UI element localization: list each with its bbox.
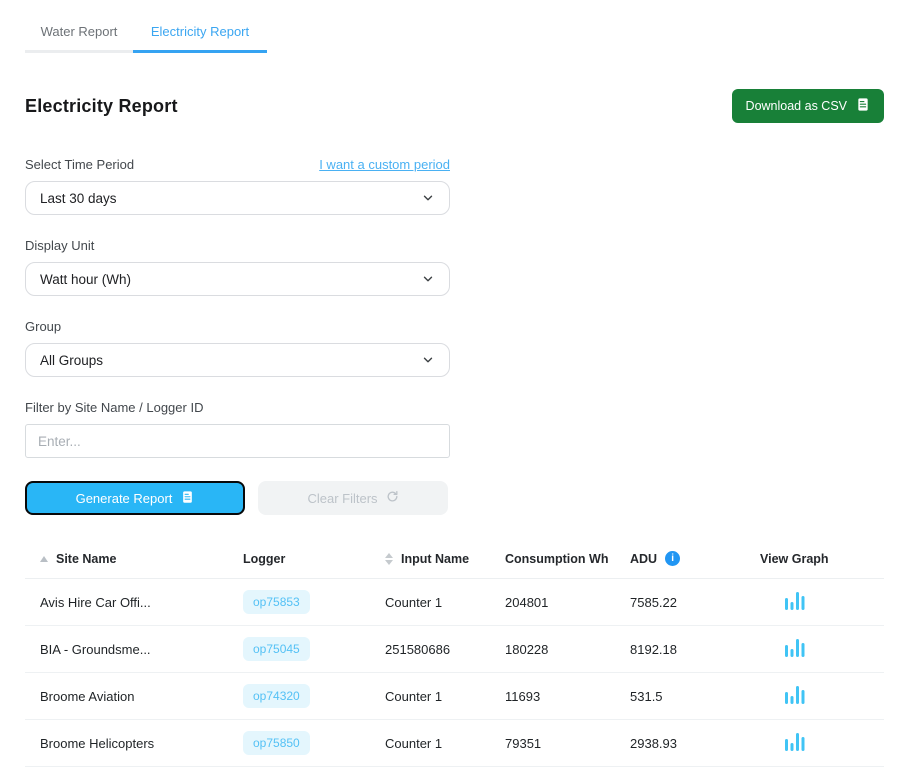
table-row: Broome Helicoptersop75850 Counter 1793512…: [25, 720, 884, 767]
consumption-cell: 180228: [505, 642, 630, 657]
table-body: Avis Hire Car Offi...op75853Counter 1204…: [25, 579, 884, 767]
time-period-value: Last 30 days: [40, 191, 117, 206]
site-name-cell: Broome Helicopters: [25, 736, 243, 751]
logger-badge[interactable]: op75853: [243, 590, 310, 614]
filters-panel: Select Time Period I want a custom perio…: [25, 157, 450, 515]
group-value: All Groups: [40, 353, 103, 368]
document-icon: [181, 490, 194, 507]
bar-chart-icon[interactable]: [760, 636, 806, 660]
bar-chart-icon[interactable]: [760, 683, 806, 707]
sort-icon: [385, 553, 393, 565]
adu-cell: 8192.18: [630, 642, 760, 657]
consumption-cell: 11693: [505, 689, 630, 704]
logger-badge[interactable]: op75045: [243, 637, 310, 661]
column-header-consumption[interactable]: Consumption Wh: [505, 552, 630, 566]
refresh-icon: [386, 490, 399, 506]
search-group: Filter by Site Name / Logger ID: [25, 400, 450, 458]
search-input[interactable]: [25, 424, 450, 458]
electricity-report-page: Water Report Electricity Report Electric…: [0, 0, 909, 767]
document-icon: [856, 97, 870, 115]
report-table: Site Name Logger Input Name Consumption …: [25, 541, 884, 767]
column-label: Site Name: [56, 552, 116, 566]
input-name-cell: 251580686: [385, 642, 505, 657]
site-name-cell: BIA - Groundsme...: [25, 642, 243, 657]
logger-cell: op75045: [243, 637, 385, 661]
display-unit-select[interactable]: Watt hour (Wh): [25, 262, 450, 296]
sort-ascending-icon: [40, 556, 48, 562]
display-unit-label: Display Unit: [25, 238, 450, 253]
info-icon[interactable]: i: [665, 551, 680, 566]
column-header-input-name[interactable]: Input Name: [385, 552, 505, 566]
generate-report-label: Generate Report: [76, 491, 173, 506]
time-period-select[interactable]: Last 30 days: [25, 181, 450, 215]
download-csv-label: Download as CSV: [746, 99, 847, 113]
tab-electricity-report[interactable]: Electricity Report: [133, 15, 267, 53]
adu-cell: 2938.93: [630, 736, 760, 751]
column-header-adu[interactable]: ADU i: [630, 551, 760, 566]
input-name-cell: Counter 1: [385, 736, 505, 751]
bar-chart-icon[interactable]: [760, 589, 806, 613]
table-row: Broome Aviationop74320 Counter 111693531.…: [25, 673, 884, 720]
group-group: Group All Groups: [25, 319, 450, 377]
page-title: Electricity Report: [25, 96, 178, 117]
adu-cell: 531.5: [630, 689, 760, 704]
display-unit-value: Watt hour (Wh): [40, 272, 131, 287]
clear-filters-button[interactable]: Clear Filters: [258, 481, 448, 515]
column-label: Consumption Wh: [505, 552, 608, 566]
logger-badge[interactable]: op74320: [243, 684, 310, 708]
time-period-label: Select Time Period: [25, 157, 134, 172]
site-name-cell: Avis Hire Car Offi...: [25, 595, 243, 610]
table-row: Avis Hire Car Offi...op75853 Counter 1204…: [25, 579, 884, 626]
site-name-cell: Broome Aviation: [25, 689, 243, 704]
column-label: Logger: [243, 552, 285, 566]
tab-water-report[interactable]: Water Report: [25, 15, 133, 53]
filter-actions: Generate Report Clear Filters: [25, 481, 450, 515]
time-period-group: Select Time Period I want a custom perio…: [25, 157, 450, 215]
report-tabs: Water Report Electricity Report: [25, 15, 884, 53]
column-label: ADU: [630, 552, 657, 566]
group-select[interactable]: All Groups: [25, 343, 450, 377]
logger-cell: op75850: [243, 731, 385, 755]
column-label: Input Name: [401, 552, 469, 566]
column-header-view-graph: View Graph: [760, 552, 884, 566]
table-row: BIA - Groundsme...op75045 251580686180228…: [25, 626, 884, 673]
column-header-site-name[interactable]: Site Name: [25, 552, 243, 566]
display-unit-group: Display Unit Watt hour (Wh): [25, 238, 450, 296]
bar-chart-icon[interactable]: [760, 730, 806, 754]
generate-report-button[interactable]: Generate Report: [25, 481, 245, 515]
custom-period-link[interactable]: I want a custom period: [319, 157, 450, 172]
column-label: View Graph: [760, 552, 829, 566]
logger-cell: op75853: [243, 590, 385, 614]
clear-filters-label: Clear Filters: [307, 491, 377, 506]
consumption-cell: 204801: [505, 595, 630, 610]
consumption-cell: 79351: [505, 736, 630, 751]
logger-cell: op74320: [243, 684, 385, 708]
chevron-down-icon: [421, 191, 435, 205]
logger-badge[interactable]: op75850: [243, 731, 310, 755]
page-header: Electricity Report Download as CSV: [25, 89, 884, 123]
chevron-down-icon: [421, 353, 435, 367]
column-header-logger[interactable]: Logger: [243, 552, 385, 566]
input-name-cell: Counter 1: [385, 689, 505, 704]
download-csv-button[interactable]: Download as CSV: [732, 89, 884, 123]
group-label: Group: [25, 319, 450, 334]
chevron-down-icon: [421, 272, 435, 286]
search-label: Filter by Site Name / Logger ID: [25, 400, 450, 415]
adu-cell: 7585.22: [630, 595, 760, 610]
input-name-cell: Counter 1: [385, 595, 505, 610]
table-header: Site Name Logger Input Name Consumption …: [25, 541, 884, 579]
